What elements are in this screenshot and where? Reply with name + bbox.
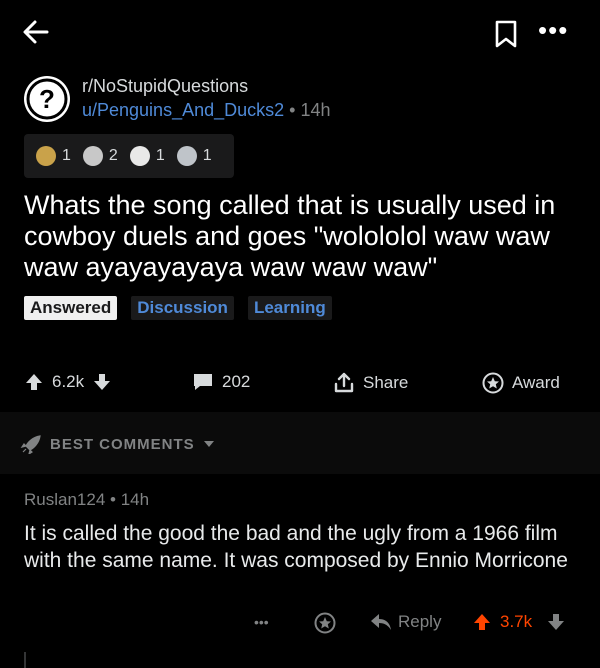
share-label: Share — [363, 373, 409, 392]
top-bar: ••• — [0, 0, 600, 64]
svg-text:?: ? — [39, 84, 55, 114]
back-arrow-icon[interactable] — [20, 16, 52, 48]
subreddit-avatar[interactable]: ? — [24, 76, 70, 122]
post-actions: 6.2k 202 Share Award — [0, 356, 600, 412]
comment-vote-group: 3.7k — [472, 612, 566, 632]
comment-award-icon[interactable] — [314, 612, 336, 634]
meta-separator: • — [289, 100, 296, 120]
post-age: 14h — [300, 100, 331, 120]
reply-button[interactable]: Reply — [370, 612, 441, 632]
awards-bar[interactable]: 1 2 1 1 — [24, 134, 234, 178]
award-count: 1 — [62, 147, 71, 164]
comment-vote-count: 3.7k — [500, 612, 533, 631]
post-vote-count: 6.2k — [52, 372, 85, 391]
upvote-active-icon[interactable] — [472, 612, 492, 632]
award-silver-icon — [36, 146, 56, 166]
comment-actions: ••• Reply 3.7k — [0, 600, 600, 648]
comment-meta: Ruslan124 • 14h — [24, 490, 149, 510]
chevron-down-icon — [203, 441, 214, 447]
post-author[interactable]: u/Penguins_And_Ducks2 — [82, 100, 284, 120]
comment-bubble-icon — [194, 374, 212, 390]
reply-label: Reply — [398, 612, 442, 631]
vote-group: 6.2k — [24, 372, 112, 392]
reply-arrow-icon — [371, 614, 391, 630]
flair-list: Answered Discussion Learning — [24, 296, 332, 320]
bookmark-icon[interactable] — [494, 20, 518, 48]
award-count: 2 — [108, 147, 118, 164]
comment-body: It is called the good the bad and the ug… — [24, 522, 568, 572]
question-mark-icon: ? — [26, 78, 68, 120]
post-title: Whats the song called that is usually us… — [24, 190, 556, 282]
more-options-button[interactable]: ••• — [538, 17, 568, 43]
flair-answered[interactable]: Answered — [24, 296, 118, 320]
award-cloud-icon — [129, 146, 150, 166]
comments-button[interactable]: 202 — [192, 372, 250, 392]
subreddit-name[interactable]: r/NoStupidQuestions — [82, 76, 248, 97]
comment-author[interactable]: Ruslan124 — [24, 490, 105, 509]
award-count: 1 — [202, 147, 212, 164]
downvote-icon[interactable] — [92, 372, 112, 392]
comment-more-button[interactable]: ••• — [254, 614, 269, 630]
flair-learning[interactable]: Learning — [247, 296, 332, 320]
share-icon — [334, 372, 354, 393]
award-skull-icon — [82, 146, 103, 166]
flair-discussion[interactable]: Discussion — [131, 296, 234, 320]
award-count: 1 — [155, 147, 165, 164]
downvote-icon[interactable] — [546, 612, 566, 632]
meta-separator: • — [110, 490, 116, 509]
thread-line — [24, 652, 26, 668]
award-silver-s-icon — [176, 146, 197, 166]
award-icon — [482, 372, 504, 394]
award-button[interactable]: Award — [482, 372, 560, 394]
sort-dropdown[interactable]: BEST COMMENTS — [20, 434, 215, 454]
share-button[interactable]: Share — [333, 372, 408, 394]
comment-count: 202 — [222, 372, 251, 391]
sort-label: BEST COMMENTS — [50, 435, 195, 453]
comment-age: 14h — [120, 490, 150, 509]
upvote-icon[interactable] — [24, 372, 44, 392]
award-label: Award — [512, 373, 560, 392]
rocket-icon — [20, 435, 41, 454]
post-meta: u/Penguins_And_Ducks2 • 14h — [82, 100, 331, 121]
